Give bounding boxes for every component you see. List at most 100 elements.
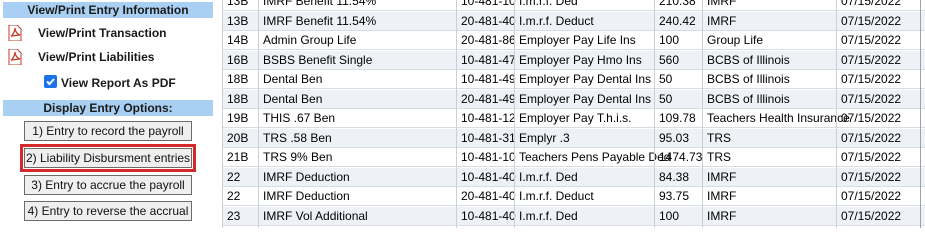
sidebar-panel: View/Print Entry Information View/Print …	[0, 0, 220, 228]
cell-date: 07/15/2022	[841, 72, 902, 86]
cell-amount: 95.03	[659, 130, 690, 145]
cell-acct: 10-481-12	[461, 111, 516, 125]
cell-code: 20B	[227, 130, 249, 145]
cell-code: 22	[227, 189, 241, 203]
table-row: 18B Dental Ben 10-481-49 Employer Pay Denta…	[222, 70, 925, 89]
view-print-transaction-label: View/Print Transaction	[38, 26, 167, 40]
cell-acct: 20-481-40	[461, 13, 516, 28]
table-right-border	[920, 0, 921, 228]
cell-desc: Dental Ben	[263, 72, 323, 86]
liability-disbursment-button[interactable]: 2) Liability Disbursment entries	[20, 144, 196, 172]
cell-acct: 10-481-40	[461, 208, 516, 223]
cell-amount: 240.42	[659, 13, 696, 28]
cell-desc: IMRF Deduction	[263, 169, 350, 184]
entry-reverse-accrual-button[interactable]: 4) Entry to reverse the accrual	[24, 201, 192, 221]
cell-code: 13B	[227, 13, 249, 28]
cell-acct-desc: Employer Pay Dental Ins	[519, 72, 652, 86]
cell-code: 18B	[227, 72, 249, 86]
table-row: 13B IMRF Benefit 11.54% 10-481-10 I.m.r.f. …	[222, 0, 925, 11]
table-row: 22 IMRF Deduction 20-481-40 I.m.r.f. Deduct…	[222, 187, 925, 206]
cell-amount: 50	[659, 72, 673, 86]
cell-acct: 10-481-10	[461, 0, 516, 8]
cell-vendor: TRS	[707, 150, 731, 164]
cell-desc: BSBS Benefit Single	[263, 52, 373, 67]
cell-code: 13B	[227, 0, 249, 8]
cell-code: 22	[227, 169, 241, 184]
cell-date: 07/15/2022	[841, 52, 902, 67]
cell-amount: 100	[659, 208, 680, 223]
table-row: 19B THIS .67 Ben 10-481-12 Employer Pay T.h…	[222, 109, 925, 128]
cell-date: 07/15/2022	[841, 150, 902, 164]
cell-vendor: IMRF	[707, 208, 737, 223]
entries-table: 13B IMRF Benefit 11.54% 10-481-10 I.m.r.f. …	[222, 0, 925, 228]
cell-amount: 560	[659, 52, 680, 67]
cell-vendor: TRS	[707, 130, 731, 145]
table-row: 16B BSBS Benefit Single 10-481-47 Employer …	[222, 50, 925, 70]
cell-desc: Dental Ben	[263, 91, 323, 106]
table-row: 21B TRS 9% Ben 10-481-10 Teachers Pens Paya…	[222, 148, 925, 167]
cell-acct-desc: Employer Pay Hmo Ins	[519, 52, 642, 67]
pdf-icon	[8, 48, 22, 66]
cell-acct-desc: I.m.r.f. Ded	[519, 208, 578, 223]
cell-acct-desc: I.m.r.f. Ded	[519, 0, 578, 8]
view-report-pdf-label: View Report As PDF	[61, 76, 176, 90]
cell-amount: 210.38	[659, 0, 696, 8]
cell-acct-desc: Employer Pay Dental Ins	[519, 91, 652, 106]
display-entry-options-header: Display Entry Options:	[3, 100, 213, 116]
cell-acct: 20-481-86	[461, 33, 516, 47]
view-report-pdf-checkbox[interactable]	[44, 75, 57, 88]
table-row: 23 IMRF Vol Additional 10-481-40 I.m.r.f. D…	[222, 206, 925, 226]
cell-vendor: Group Life	[707, 33, 764, 47]
cell-vendor: Teachers Health Insurance	[707, 111, 850, 125]
cell-date: 07/15/2022	[841, 208, 902, 223]
view-print-header: View/Print Entry Information	[3, 2, 213, 18]
table-row: 20B TRS .58 Ben 10-481-31 Emplyr .3 95.03 TRS…	[222, 128, 925, 148]
cell-vendor: IMRF	[707, 189, 737, 203]
cell-date: 07/15/2022	[841, 169, 902, 184]
cell-acct: 20-481-49	[461, 91, 516, 106]
cell-date: 07/15/2022	[841, 91, 902, 106]
view-print-liabilities-label: View/Print Liabilities	[38, 50, 155, 64]
cell-acct-desc: I.m.r.f. Deduct	[519, 189, 594, 203]
table-row: 13B IMRF Benefit 11.54% 20-481-40 I.m.r.f. …	[222, 11, 925, 31]
cell-acct-desc: Emplyr .3	[519, 130, 570, 145]
entry-record-payroll-button[interactable]: 1) Entry to record the payroll	[24, 121, 192, 141]
cell-amount: 50	[659, 91, 673, 106]
cell-acct: 10-481-31	[461, 130, 516, 145]
cell-acct-desc: Employer Pay Life Ins	[519, 33, 636, 47]
cell-acct: 20-481-40	[461, 189, 516, 203]
cell-acct: 10-481-10	[461, 150, 516, 164]
cell-code: 23	[227, 208, 241, 223]
cell-date: 07/15/2022	[841, 189, 902, 203]
cell-date: 07/15/2022	[841, 0, 902, 8]
cell-desc: Admin Group Life	[263, 33, 357, 47]
table-row: 18B Dental Ben 20-481-49 Employer Pay Denta…	[222, 89, 925, 109]
cell-desc: IMRF Deduction	[263, 189, 350, 203]
cell-vendor: BCBS of Illinois	[707, 91, 790, 106]
cell-vendor: IMRF	[707, 13, 737, 28]
cell-desc: IMRF Vol Additional	[263, 208, 368, 223]
cell-vendor: IMRF	[707, 169, 737, 184]
cell-desc: IMRF Benefit 11.54%	[263, 0, 377, 8]
cell-code: 14B	[227, 33, 249, 47]
table-row: 22 IMRF Deduction 10-481-40 I.m.r.f. Ded 84.…	[222, 167, 925, 187]
cell-acct-desc: I.m.r.f. Ded	[519, 169, 578, 184]
cell-date: 07/15/2022	[841, 111, 902, 125]
cell-acct: 10-481-49	[461, 72, 516, 86]
cell-amount: 84.38	[659, 169, 690, 184]
cell-vendor: BCBS of Illinois	[707, 52, 790, 67]
cell-desc: TRS .58 Ben	[263, 130, 332, 145]
cell-amount: 93.75	[659, 189, 690, 203]
entry-accrue-payroll-button[interactable]: 3) Entry to accrue the payroll	[24, 175, 192, 195]
table-row: 14B Admin Group Life 20-481-86 Employer Pay…	[222, 31, 925, 50]
cell-acct-desc: Teachers Pens Payable Ded	[519, 150, 671, 164]
cell-code: 16B	[227, 52, 249, 67]
cell-amount: 1474.73	[659, 150, 703, 164]
cell-vendor: IMRF	[707, 0, 737, 8]
cell-acct-desc: Employer Pay T.h.i.s.	[519, 111, 632, 125]
cell-acct-desc: I.m.r.f. Deduct	[519, 13, 594, 28]
cell-date: 07/15/2022	[841, 33, 902, 47]
cell-code: 19B	[227, 111, 249, 125]
cell-amount: 100	[659, 33, 680, 47]
cell-desc: TRS 9% Ben	[263, 150, 333, 164]
